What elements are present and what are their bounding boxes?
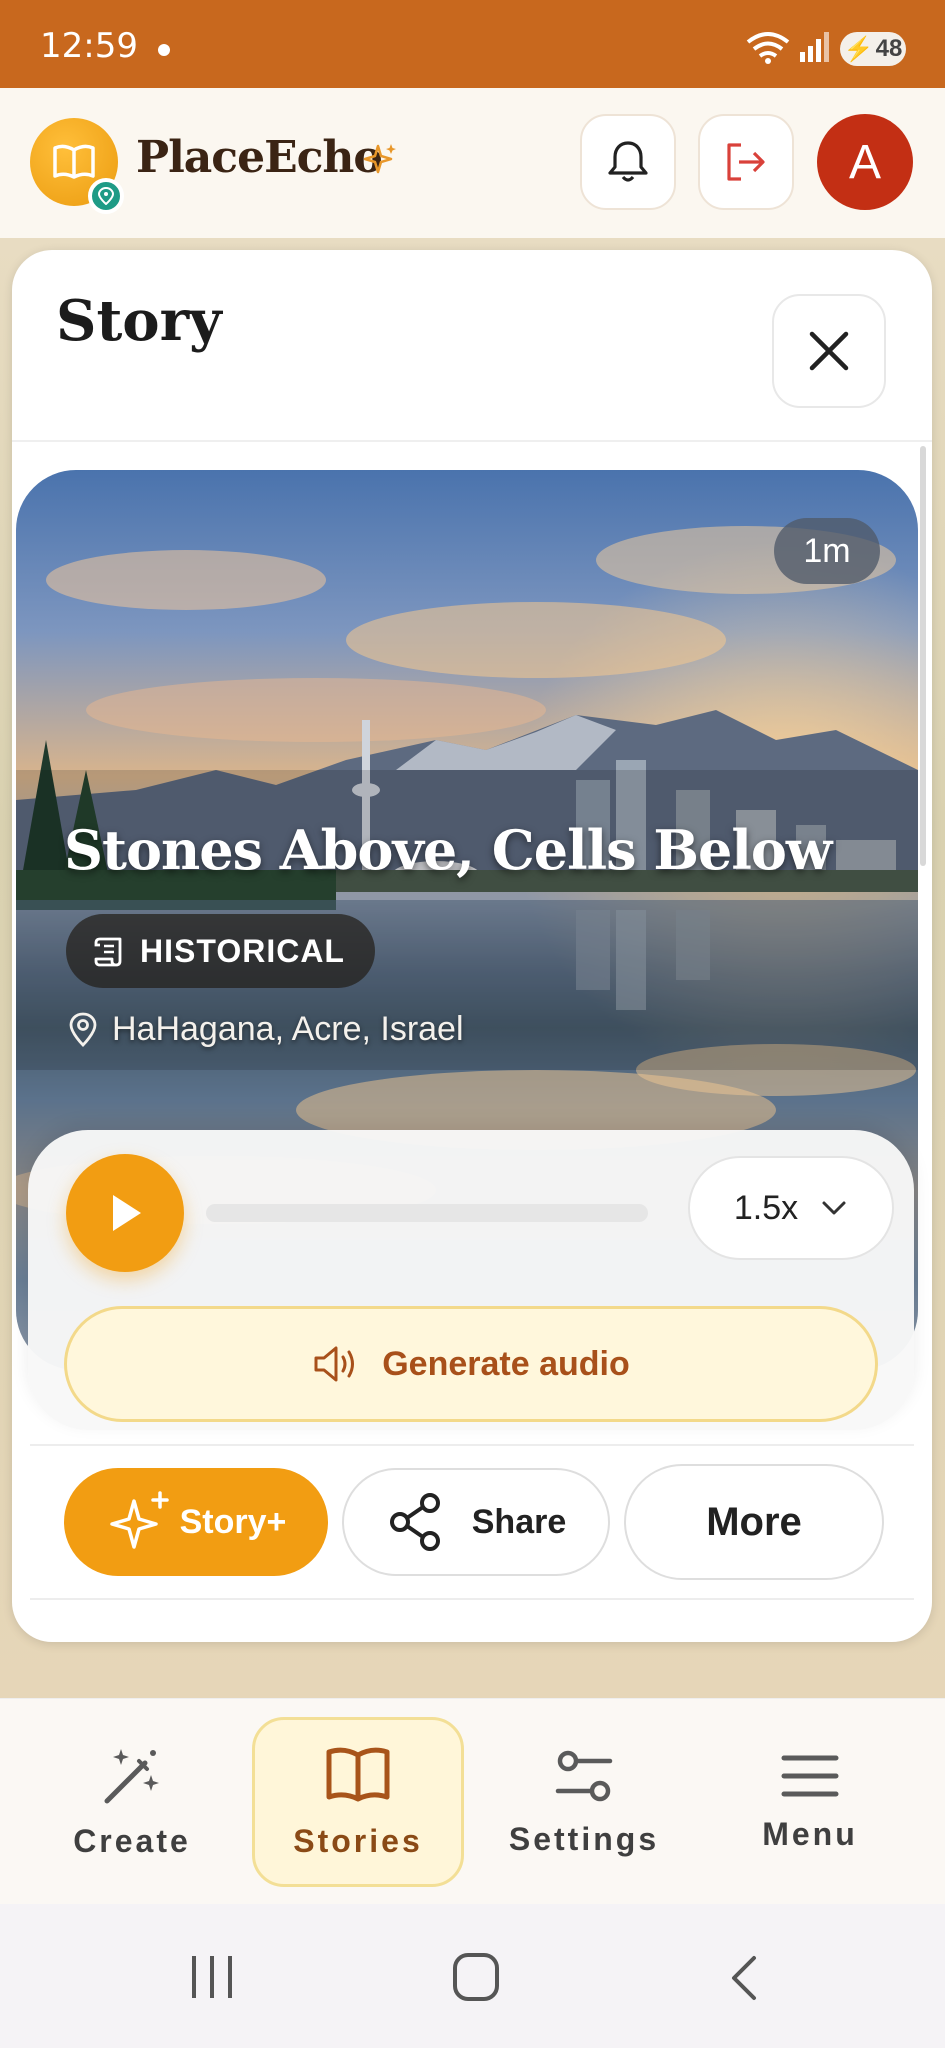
system-navigation-bar [0,1904,945,2048]
close-icon [809,331,849,371]
chevron-down-icon [822,1201,846,1215]
sparkle-icon [364,144,396,174]
more-button[interactable]: More [624,1464,884,1580]
scrollbar[interactable] [920,446,926,866]
nav-settings[interactable]: Settings [478,1717,690,1887]
story-plus-button[interactable]: Story+ [64,1468,328,1576]
book-icon [326,1747,390,1801]
bell-icon [608,141,648,182]
generate-audio-label: Generate audio [382,1344,630,1383]
genre-label: HISTORICAL [140,932,345,969]
logout-icon [727,143,765,181]
share-label: Share [471,1502,567,1541]
speaker-icon [314,1346,355,1382]
play-icon [113,1195,141,1231]
location-pin-icon [69,1012,97,1047]
user-avatar[interactable]: A [817,114,913,210]
story-sheet: Story 1m Stones Above, Cells Below HISTO… [12,250,932,1642]
nav-label: Create [73,1822,191,1859]
generate-audio-button[interactable]: Generate audio [64,1306,878,1422]
nav-stories[interactable]: Stories [252,1717,464,1887]
playback-speed-value: 1.5x [733,1188,799,1227]
playback-speed-select[interactable]: 1.5x [688,1156,894,1260]
back-icon[interactable] [726,1954,760,2002]
battery-level: 48 [875,35,903,62]
sliders-icon [555,1750,613,1801]
logout-button[interactable] [698,114,794,210]
open-book-icon [53,144,95,179]
charging-icon: ⚡ [843,35,874,63]
nav-label: Menu [762,1815,858,1852]
sparkle-icon [109,1491,169,1549]
close-button[interactable] [772,294,886,408]
sheet-title: Story [56,288,222,354]
nav-create[interactable]: Create [26,1717,238,1887]
app-name: PlaceEcho [136,132,383,183]
duration-badge: 1m [774,518,880,584]
story-title: Stones Above, Cells Below [64,818,832,882]
share-button[interactable]: Share [342,1468,610,1576]
divider [30,1444,914,1446]
battery-indicator: ⚡ 48 [840,32,906,66]
divider [30,1598,914,1600]
nav-label: Stories [293,1822,423,1859]
share-icon [389,1493,440,1551]
location-pin-icon [88,178,124,214]
play-button[interactable] [66,1154,184,1272]
notification-dot [158,44,170,56]
hamburger-icon [781,1755,839,1796]
location-label: HaHagana, Acre, Israel [112,1010,464,1048]
notifications-button[interactable] [580,114,676,210]
scroll-icon [94,937,122,967]
divider [12,440,932,442]
magic-wand-icon [104,1748,159,1803]
story-plus-label: Story+ [179,1502,287,1541]
status-bar: 12:59 ⚡ 48 [0,0,945,88]
recent-apps-icon[interactable] [188,1954,236,2000]
home-icon[interactable] [452,1952,500,2002]
nav-menu[interactable]: Menu [704,1717,916,1887]
nav-label: Settings [508,1820,660,1857]
app-header: PlaceEcho A [0,88,945,238]
genre-badge: HISTORICAL [66,914,375,988]
status-time: 12:59 [40,26,138,66]
progress-bar[interactable] [206,1204,648,1222]
story-location: HaHagana, Acre, Israel [68,1010,464,1049]
signal-icon [800,32,829,62]
bottom-navigation: Create Stories Settings Menu [0,1698,945,1905]
wifi-icon [746,32,790,64]
